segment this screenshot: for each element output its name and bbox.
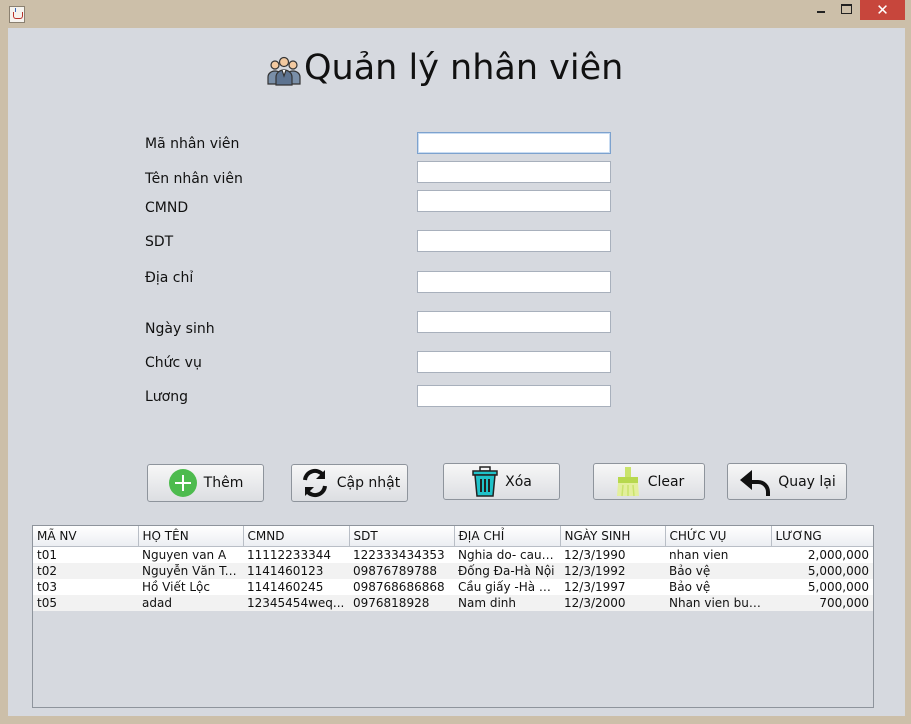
label-phone: SDT (145, 234, 174, 250)
table-cell: t02 (33, 563, 138, 579)
column-header-employee-id[interactable]: MÃ NV (33, 526, 139, 547)
table-cell: 1141460123 (243, 563, 349, 579)
table-cell: t01 (33, 546, 138, 563)
table-cell: t05 (33, 595, 138, 611)
table-cell: Bảo vệ (665, 563, 771, 579)
update-button-label: Cập nhật (336, 475, 401, 491)
column-header-birth-date[interactable]: NGÀY SINH (560, 526, 666, 547)
minimize-icon (817, 11, 825, 13)
phone-input[interactable] (417, 230, 611, 252)
java-app-icon (9, 6, 25, 23)
label-position: Chức vụ (145, 355, 202, 371)
employee-id-input[interactable] (417, 132, 611, 154)
table-row[interactable]: t05 adad 12345454weq... 0976818928 Nam d… (33, 595, 873, 611)
table-row[interactable]: t02 Nguyễn Văn Tu... 1141460123 09876789… (33, 563, 873, 579)
back-button[interactable]: Quay lại (727, 463, 847, 500)
table-cell: 12/3/2000 (560, 595, 665, 611)
table-cell: Bảo vệ (665, 579, 771, 595)
maximize-icon (841, 4, 852, 14)
table-cell: Nguyễn Văn Tu... (138, 563, 243, 579)
table-cell: 098768686868 (349, 579, 454, 595)
table-cell: 12345454weq... (243, 595, 349, 611)
page-title: Quản lý nhân viên (304, 48, 624, 88)
delete-button-label: Xóa (505, 473, 532, 490)
column-header-address[interactable]: ĐỊA CHỈ (454, 526, 561, 547)
table-cell: Hồ Viết Lộc (138, 579, 243, 595)
table-row[interactable]: t03 Hồ Viết Lộc 1141460245 098768686868 … (33, 579, 873, 595)
label-salary: Lương (145, 389, 188, 405)
position-input[interactable] (417, 351, 611, 373)
table-cell: 12/3/1992 (560, 563, 665, 579)
column-header-salary[interactable]: LƯƠNG (771, 526, 873, 547)
close-button[interactable]: ✕ (860, 0, 905, 20)
column-header-id-card[interactable]: CMND (243, 526, 350, 547)
add-button-label: Thêm (203, 475, 244, 491)
update-button[interactable]: Cập nhật (291, 464, 408, 502)
table-cell: nhan vien (665, 546, 771, 563)
table-cell: 12/3/1997 (560, 579, 665, 595)
column-header-full-name[interactable]: HỌ TÊN (138, 526, 244, 547)
label-birth-date: Ngày sinh (145, 321, 215, 337)
table-cell: 2,000,000 (771, 546, 873, 563)
table-cell: 12/3/1990 (560, 546, 665, 563)
column-header-position[interactable]: CHỨC VỤ (665, 526, 772, 547)
close-icon: ✕ (876, 1, 889, 19)
label-employee-name: Tên nhân viên (145, 171, 243, 187)
birth-date-input[interactable] (417, 311, 611, 333)
table-cell: 700,000 (771, 595, 873, 611)
label-address: Địa chỉ (145, 270, 194, 286)
table-cell: Cầu giấy -Hà nội (454, 579, 560, 595)
main-panel: Quản lý nhân viên Mã nhân viên Tên nhân … (8, 28, 905, 716)
label-employee-id: Mã nhân viên (145, 136, 240, 152)
back-button-label: Quay lại (778, 473, 836, 490)
employee-table: MÃ NV HỌ TÊN CMND SDT ĐỊA CHỈ NGÀY SINH … (32, 525, 874, 708)
window-titlebar: ✕ (0, 0, 911, 28)
plus-circle-icon (168, 469, 197, 497)
table-header-row: MÃ NV HỌ TÊN CMND SDT ĐỊA CHỈ NGÀY SINH … (33, 526, 873, 547)
employee-name-input[interactable] (417, 161, 611, 183)
table-cell: 5,000,000 (771, 563, 873, 579)
address-input[interactable] (417, 271, 611, 293)
clear-button-label: Clear (647, 473, 685, 490)
id-card-input[interactable] (417, 190, 611, 212)
window-bottom-border (0, 716, 911, 724)
table-cell: 5,000,000 (771, 579, 873, 595)
salary-input[interactable] (417, 385, 611, 407)
table-cell: 0976818928 (349, 595, 454, 611)
label-id-card: CMND (145, 200, 189, 216)
table-cell: 122333434353 (349, 546, 454, 563)
column-header-phone[interactable]: SDT (349, 526, 455, 547)
table-cell: Nguyen van A (138, 546, 243, 563)
table-cell: Nghia do- cau g... (454, 546, 560, 563)
table-cell: Nhan vien buong (665, 595, 771, 611)
table-cell: 1141460245 (243, 579, 349, 595)
trash-icon (472, 465, 498, 497)
maximize-button[interactable] (834, 0, 859, 20)
table-cell: t03 (33, 579, 138, 595)
table-cell: Đống Đa-Hà Nội (454, 563, 560, 579)
table-cell: Nam dinh (454, 595, 560, 611)
add-button[interactable]: Thêm (147, 464, 264, 502)
table-row[interactable]: t01 Nguyen van A 11112233344 12233343435… (33, 546, 873, 563)
people-group-icon (267, 56, 301, 86)
clear-button[interactable]: Clear (593, 463, 705, 500)
refresh-icon (302, 468, 327, 498)
table-cell: 11112233344 (243, 546, 349, 563)
table-cell: adad (138, 595, 243, 611)
undo-arrow-icon (740, 469, 771, 496)
broom-icon (616, 466, 639, 496)
minimize-button[interactable] (808, 0, 834, 20)
table-cell: 09876789788 (349, 563, 454, 579)
delete-button[interactable]: Xóa (443, 463, 560, 500)
